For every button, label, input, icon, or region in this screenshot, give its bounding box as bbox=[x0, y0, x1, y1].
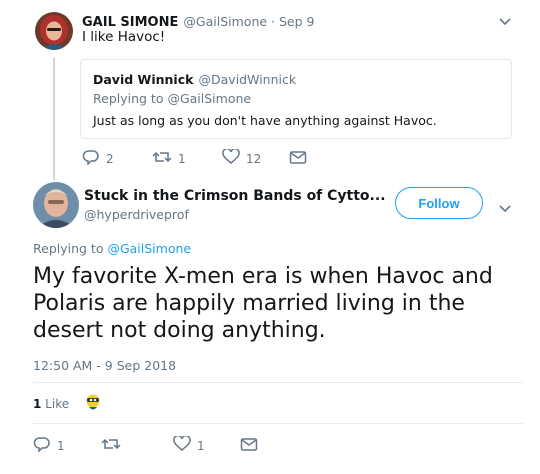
direct-message-button[interactable] bbox=[240, 436, 258, 455]
retweet-button[interactable] bbox=[101, 436, 127, 455]
divider bbox=[33, 382, 523, 383]
direct-message-button[interactable] bbox=[289, 149, 307, 168]
hyperdriveprof-avatar[interactable] bbox=[33, 182, 79, 228]
reply-button[interactable]: 1 bbox=[33, 436, 65, 455]
reply-count: 1 bbox=[57, 438, 65, 453]
quoted-replying-to: Replying to @GailSimone bbox=[93, 91, 251, 106]
author-name[interactable]: GAIL SIMONE bbox=[82, 15, 178, 30]
like-count: 1 bbox=[197, 438, 205, 453]
reply-button[interactable]: 2 bbox=[82, 149, 114, 168]
replying-handle-link[interactable]: @GailSimone bbox=[107, 241, 191, 256]
parent-tweet-text: I like Havoc! bbox=[82, 29, 166, 45]
replying-prefix: Replying to bbox=[93, 91, 168, 106]
heart-icon bbox=[222, 148, 240, 168]
replying-prefix: Replying to bbox=[33, 241, 108, 256]
retweet-count: 1 bbox=[178, 151, 186, 166]
parent-tweet-header: GAIL SIMONE @GailSimone · Sep 9 bbox=[82, 11, 314, 30]
meta-separator: · bbox=[267, 14, 279, 29]
retweet-icon bbox=[101, 436, 121, 455]
heart-icon bbox=[173, 435, 191, 455]
like-count: 12 bbox=[246, 151, 262, 166]
retweet-button[interactable]: 1 bbox=[152, 149, 186, 168]
liker-avatar[interactable] bbox=[83, 392, 103, 412]
thread-connector-line bbox=[53, 58, 55, 180]
reply-icon bbox=[82, 149, 100, 168]
quoted-tweet-card[interactable]: David Winnick @DavidWinnick Replying to … bbox=[80, 59, 512, 139]
main-tweet-text: My favorite X-men era is when Havoc and … bbox=[33, 264, 493, 343]
replying-handle: @GailSimone bbox=[167, 91, 252, 106]
quoted-header: David Winnick @DavidWinnick bbox=[93, 69, 296, 88]
retweet-icon bbox=[152, 149, 172, 168]
chevron-down-icon[interactable] bbox=[498, 199, 512, 218]
likes-summary[interactable]: 1 Like bbox=[33, 397, 69, 411]
chevron-down-icon[interactable] bbox=[498, 12, 512, 31]
tweet-timestamp[interactable]: 12:50 AM - 9 Sep 2018 bbox=[33, 358, 176, 373]
like-button[interactable]: 1 bbox=[173, 435, 205, 455]
envelope-icon bbox=[240, 436, 258, 455]
main-author-name[interactable]: Stuck in the Crimson Bands of Cytto... bbox=[84, 188, 386, 204]
divider bbox=[33, 423, 523, 424]
like-button[interactable]: 12 bbox=[222, 148, 262, 168]
main-author-handle[interactable]: @hyperdriveprof bbox=[84, 207, 189, 222]
replying-to: Replying to @GailSimone bbox=[33, 241, 191, 256]
author-handle[interactable]: @GailSimone bbox=[183, 14, 267, 29]
tweet-date[interactable]: Sep 9 bbox=[279, 14, 315, 29]
gail-simone-avatar[interactable] bbox=[35, 12, 73, 50]
reply-icon bbox=[33, 436, 51, 455]
quoted-text: Just as long as you don't have anything … bbox=[93, 113, 437, 128]
quoted-author-name: David Winnick bbox=[93, 72, 194, 87]
envelope-icon bbox=[289, 149, 307, 168]
like-label: Like bbox=[41, 397, 70, 411]
quoted-author-handle: @DavidWinnick bbox=[198, 72, 297, 87]
reply-count: 2 bbox=[106, 151, 114, 166]
follow-button[interactable]: Follow bbox=[395, 187, 483, 219]
